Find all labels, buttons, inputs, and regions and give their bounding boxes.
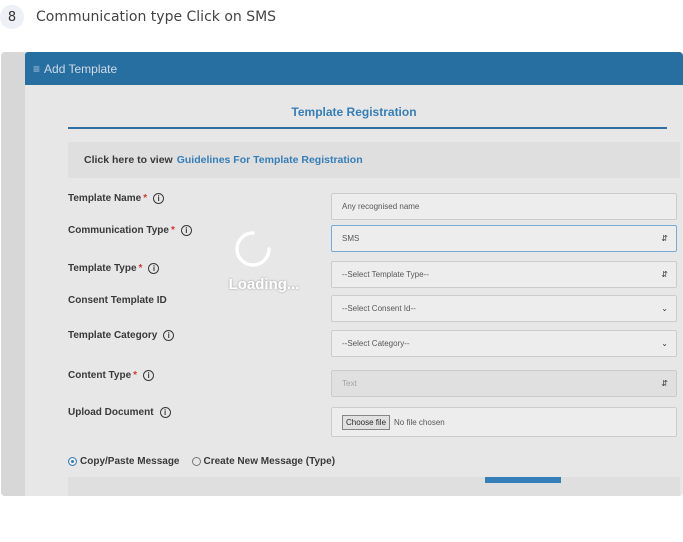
loading-spinner-icon [235,231,271,267]
loading-text: Loading... [228,276,300,293]
step-number: 8 [0,5,24,29]
step-instruction: 8 Communication type Click on SMS [0,5,276,29]
screenshot-frame: ≡ Add Template Template Registration Cli… [1,52,683,496]
step-text: Communication type Click on SMS [36,9,277,25]
loading-overlay [1,52,683,496]
